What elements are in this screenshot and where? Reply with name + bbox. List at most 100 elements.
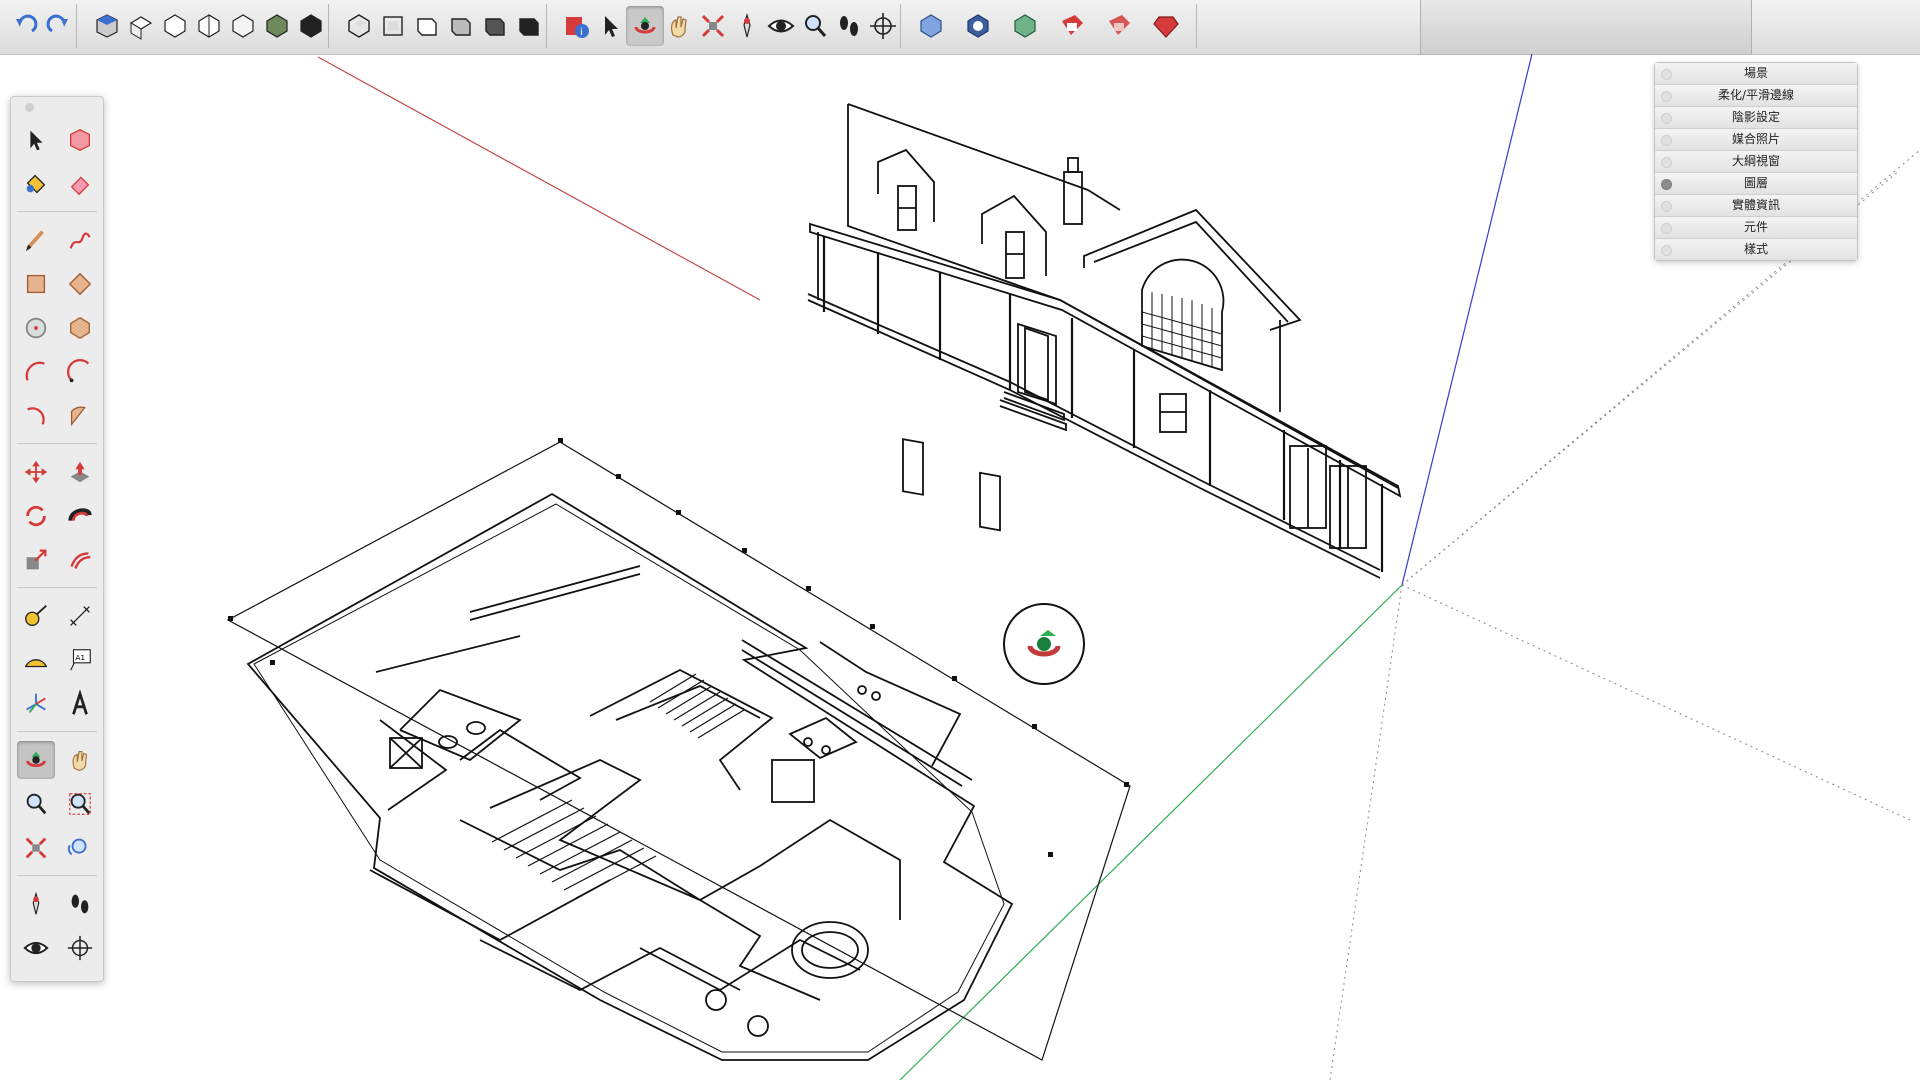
look-around-icon [23, 941, 49, 955]
orbit-cursor-icon [1003, 603, 1085, 685]
tool-freehand[interactable] [61, 221, 99, 259]
look-around-button[interactable] [762, 6, 800, 46]
layout-button[interactable] [1053, 6, 1091, 46]
dimension-icon [70, 606, 90, 626]
toolbar-separator [1196, 4, 1197, 48]
tool-zoom-extents[interactable] [17, 829, 55, 867]
arc-icon [25, 361, 45, 381]
tool-orbit[interactable] [17, 741, 55, 779]
model-canvas[interactable] [0, 54, 1920, 1080]
tool-follow-me[interactable] [61, 497, 99, 535]
tool-push-pull[interactable] [61, 453, 99, 491]
shaded-textures-button[interactable] [476, 6, 514, 46]
tool-move[interactable] [17, 453, 55, 491]
tray-panel-item[interactable]: 元件 [1655, 217, 1857, 239]
text-icon: A1 [70, 649, 91, 671]
x-ray-button[interactable] [340, 6, 378, 46]
line-icon [25, 230, 44, 252]
tool-pie[interactable] [61, 397, 99, 435]
tool-eraser[interactable] [61, 165, 99, 203]
iso-view-button[interactable] [88, 6, 126, 46]
tool-rotate[interactable] [17, 497, 55, 535]
layout-icon [1062, 15, 1083, 35]
tool-circle[interactable] [17, 309, 55, 347]
tool-section-plane[interactable] [61, 929, 99, 967]
tool-axes[interactable] [17, 685, 55, 723]
tray-panel-item[interactable]: 柔化/平滑邊線 [1655, 85, 1857, 107]
monochrome-button[interactable] [510, 6, 548, 46]
extension-warehouse-button[interactable] [1006, 6, 1044, 46]
tool-protractor[interactable] [17, 641, 55, 679]
tool-tape-measure[interactable] [17, 597, 55, 635]
tool-text[interactable]: A1 [61, 641, 99, 679]
model-info-button[interactable]: i [558, 6, 596, 46]
tool-line[interactable] [17, 221, 55, 259]
tool-three-point-arc[interactable] [17, 397, 55, 435]
send-to-layout-button[interactable] [1100, 6, 1138, 46]
tool-select[interactable] [17, 121, 55, 159]
modeling-viewport[interactable] [0, 54, 1920, 1080]
tool-scale[interactable] [17, 541, 55, 579]
hidden-line-button[interactable] [408, 6, 446, 46]
position-target-button[interactable] [864, 6, 902, 46]
zoom-button[interactable] [796, 6, 834, 46]
tool-dimension[interactable] [61, 597, 99, 635]
tray-panel-item[interactable]: 樣式 [1655, 239, 1857, 260]
tray-panel-item[interactable]: 實體資訊 [1655, 195, 1857, 217]
tool-make-component[interactable] [61, 121, 99, 159]
tool-arc[interactable] [17, 353, 55, 391]
tray-panel-item[interactable]: 圖層 [1655, 173, 1857, 195]
zoom-icon [805, 15, 827, 37]
bottom-view-button[interactable] [292, 6, 330, 46]
circle-icon [25, 317, 47, 339]
front-view-button[interactable] [156, 6, 194, 46]
tool-rectangle[interactable] [17, 265, 55, 303]
back-view-button[interactable] [224, 6, 262, 46]
tool-walk[interactable] [61, 885, 99, 923]
walk-button[interactable] [830, 6, 868, 46]
undo-button[interactable] [6, 6, 44, 46]
tray-panel-label: 媒合照片 [1731, 132, 1780, 146]
position-camera-button[interactable] [728, 6, 766, 46]
rotate-icon [26, 505, 46, 527]
tool-zoom[interactable] [17, 785, 55, 823]
select-icon [30, 130, 43, 151]
follow-me-icon [68, 508, 92, 522]
tray-panel-item[interactable]: 媒合照片 [1655, 129, 1857, 151]
tray-panel-item[interactable]: 大綱視窗 [1655, 151, 1857, 173]
share-model-button[interactable] [959, 6, 997, 46]
tool-3d-text[interactable] [61, 685, 99, 723]
tool-zoom-window[interactable] [61, 785, 99, 823]
shaded-button[interactable] [442, 6, 480, 46]
tool-look-around[interactable] [17, 929, 55, 967]
shaded-icon [451, 18, 471, 36]
tool-rotated-rectangle[interactable] [61, 265, 99, 303]
tray-panel-item[interactable]: 場景 [1655, 63, 1857, 85]
left-view-button[interactable] [258, 6, 296, 46]
look-around-icon [767, 19, 795, 33]
right-view-button[interactable] [190, 6, 228, 46]
ruby-console-button[interactable] [1147, 6, 1185, 46]
zoom-extents-button[interactable] [694, 6, 732, 46]
tool-pan[interactable] [61, 741, 99, 779]
tool-paint-bucket[interactable] [17, 165, 55, 203]
tray-radio-icon [1661, 113, 1672, 124]
green-axis [899, 584, 1403, 1080]
select-button[interactable] [592, 6, 630, 46]
3d-warehouse-button[interactable] [912, 6, 950, 46]
orbit-button[interactable] [626, 6, 664, 46]
tool-offset[interactable] [61, 541, 99, 579]
top-view-button[interactable] [122, 6, 160, 46]
redo-button[interactable] [40, 6, 78, 46]
wireframe-button[interactable] [374, 6, 412, 46]
tray-panel-item[interactable]: 陰影設定 [1655, 107, 1857, 129]
tool-two-point-arc[interactable] [61, 353, 99, 391]
tool-previous-view[interactable] [61, 829, 99, 867]
previous-view-icon [67, 838, 87, 856]
tool-polygon[interactable] [61, 309, 99, 347]
tray-radio-icon [1661, 157, 1672, 168]
tool-position-camera[interactable] [17, 885, 55, 923]
extension-warehouse-icon [1014, 14, 1036, 38]
palette-close-button[interactable] [25, 103, 34, 112]
pan-button[interactable] [660, 6, 698, 46]
